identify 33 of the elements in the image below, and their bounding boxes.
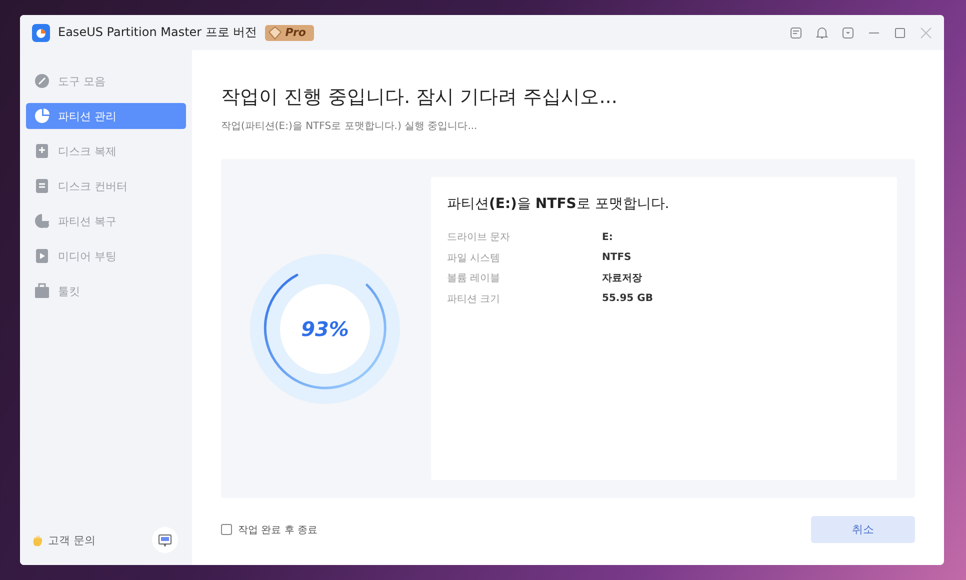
progress-heading: 작업이 진행 중입니다. 잠시 기다려 주십시오... [221,85,618,110]
dropdown-icon[interactable] [842,26,854,38]
sidebar-item[interactable]: 파티션 관리 [26,103,186,129]
hand-icon [32,534,44,546]
detail-value: 55.95 GB [602,293,654,304]
detail-label: 볼륨 레이블 [447,272,502,286]
detail-value: E: [602,232,614,243]
detail-value: 자료저장 [602,272,643,286]
clone-icon [34,143,50,159]
details-title: 파티션(E:)을 NTFS로 포맷합니다. [447,195,670,213]
app-logo-icon [32,24,50,42]
medal-icon [268,26,282,40]
toolkit-icon [34,283,50,299]
maximize-icon[interactable] [894,26,906,38]
close-icon[interactable] [920,26,932,38]
media-icon [34,248,50,264]
shutdown-checkbox[interactable]: 작업 완료 후 종료 [221,522,318,536]
bell-icon[interactable] [816,26,828,39]
support-link[interactable]: 고객 문의 [48,532,96,548]
cancel-button[interactable]: 취소 [811,516,915,543]
progress-percent: 93% [301,316,349,340]
detail-label: 파일 시스템 [447,252,502,265]
window-title: EaseUS Partition Master 프로 버전 [58,24,258,41]
chat-button[interactable] [152,527,178,553]
detail-value: NTFS [602,252,632,264]
pro-badge: Pro [265,24,314,40]
detail-label: 드라이브 문자 [447,231,512,244]
checkbox-icon[interactable] [221,524,232,535]
pie-icon [34,108,50,124]
notes-icon[interactable] [790,26,802,38]
detail-label: 파티션 크기 [447,292,502,306]
chat-icon [158,534,172,546]
progress-subheading: 작업(파티션(E:)을 NTFS로 포맷합니다.) 실행 중입니다... [221,120,478,133]
